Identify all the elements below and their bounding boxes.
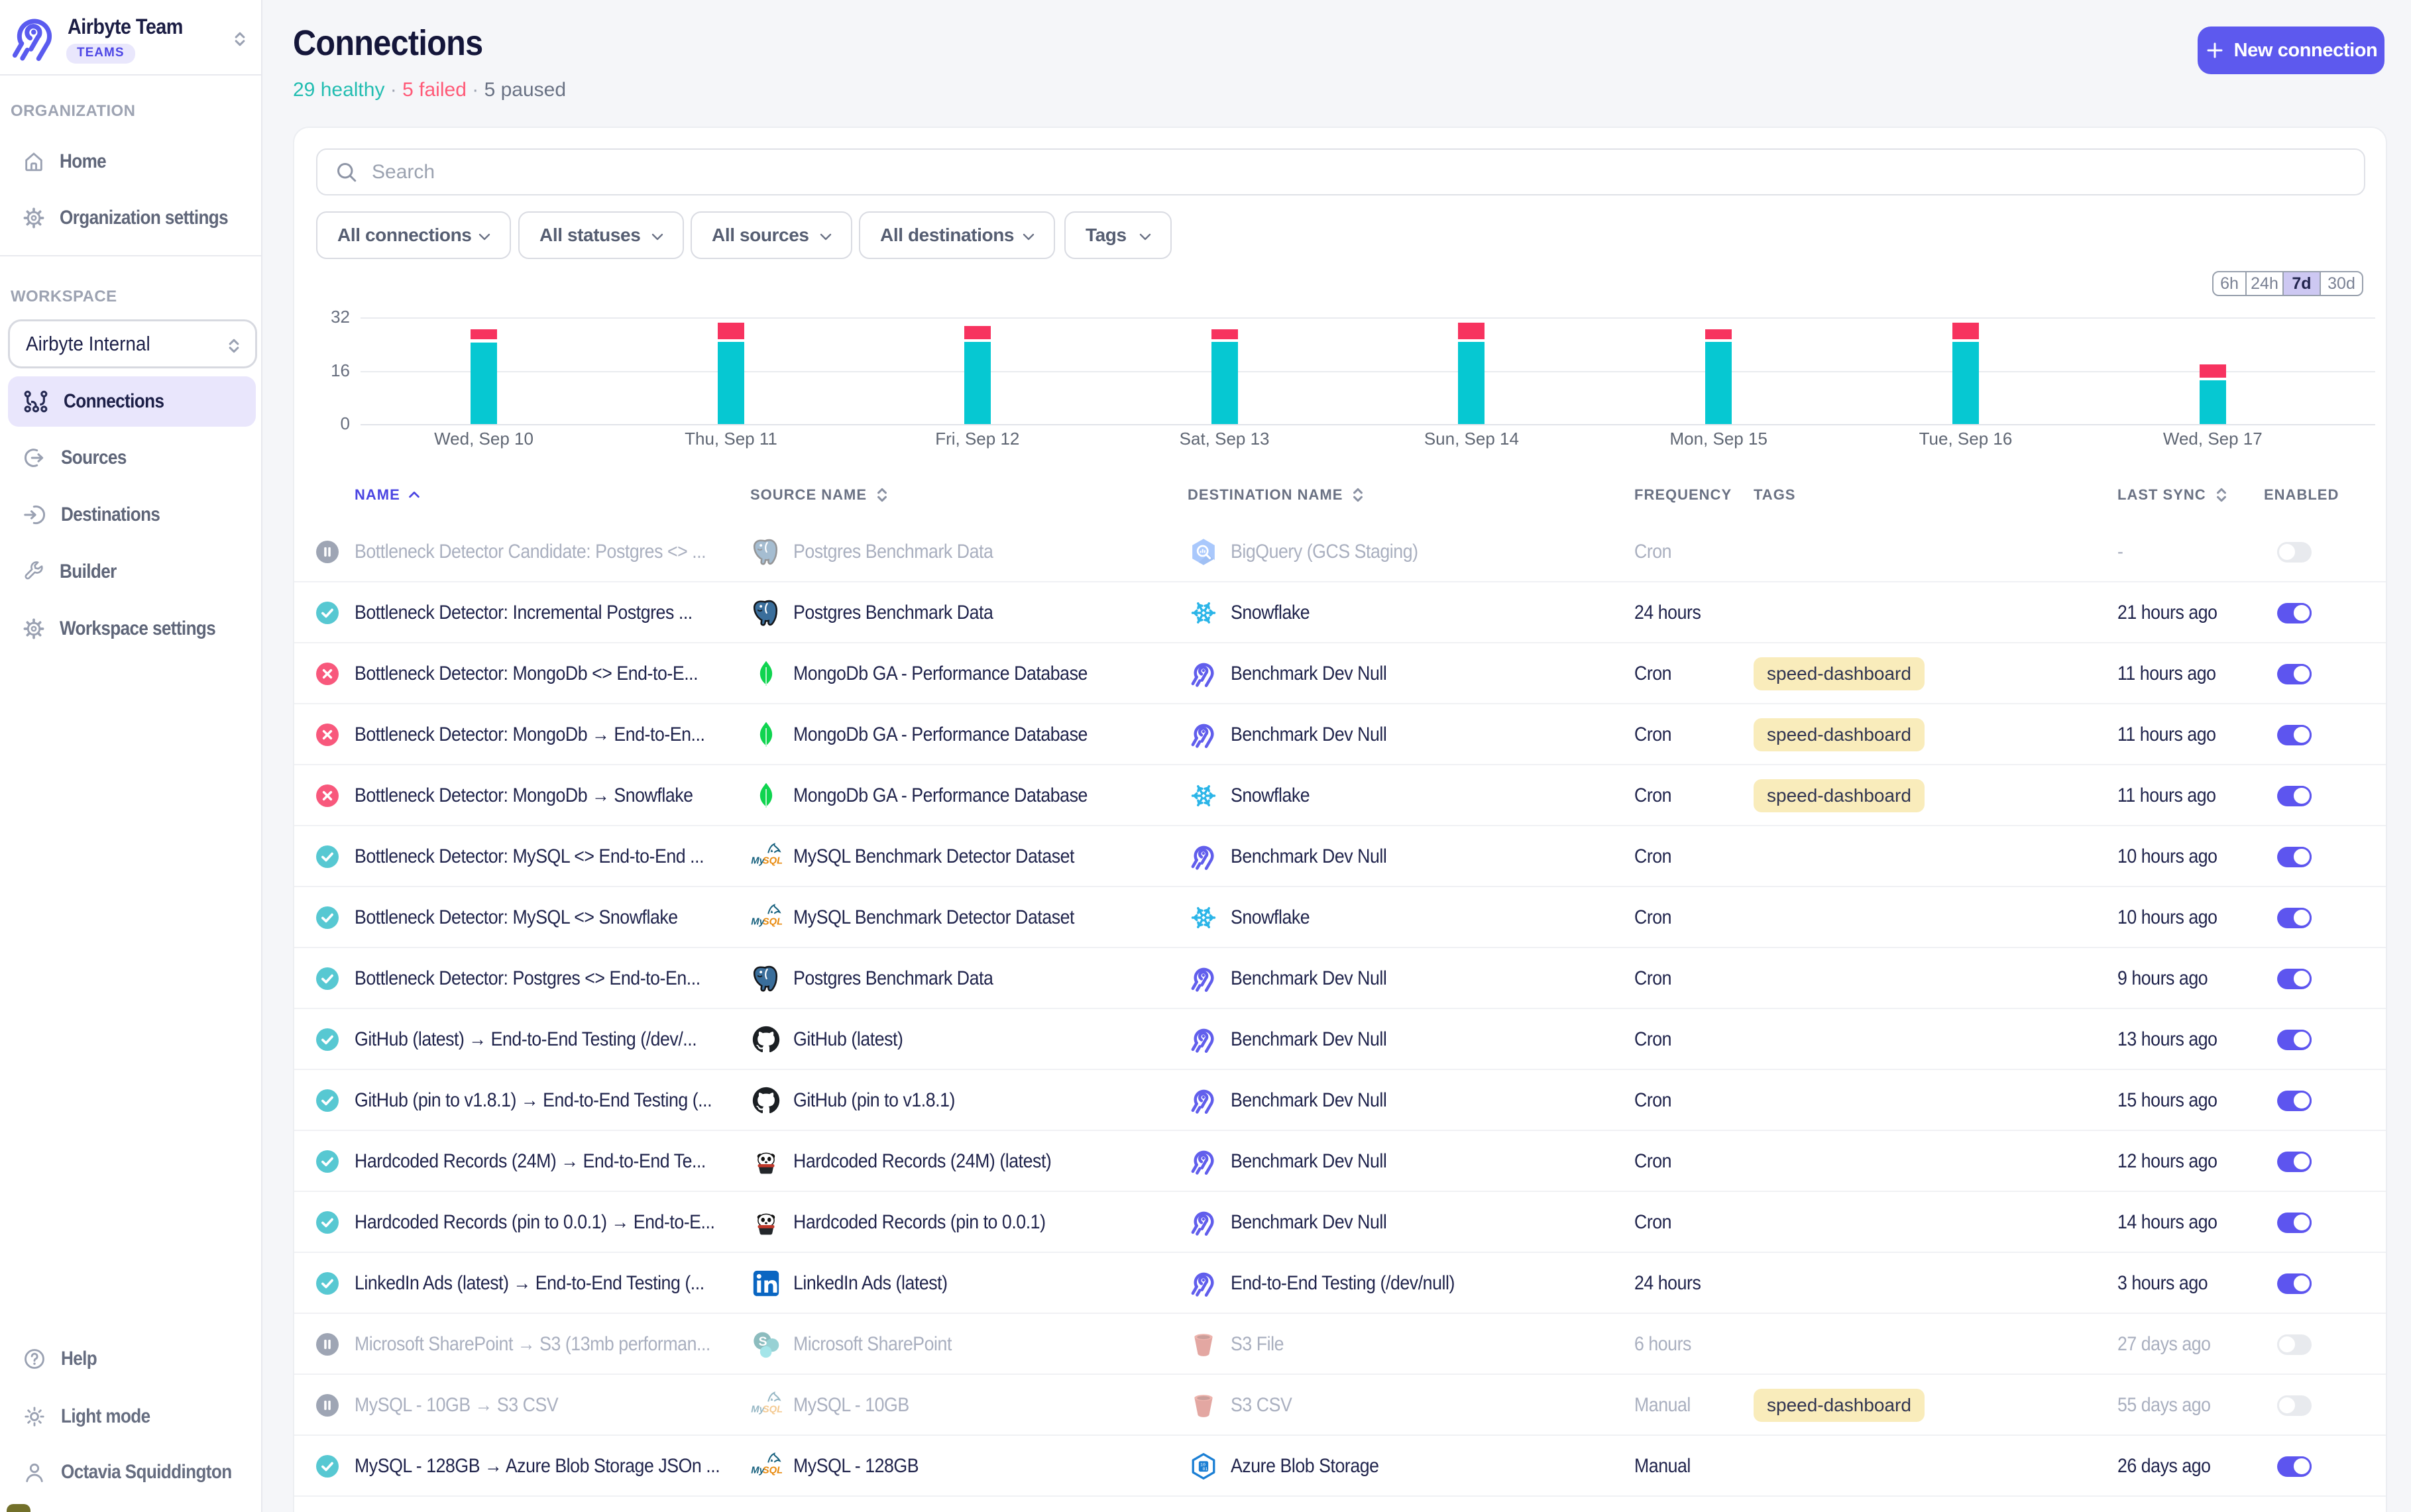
svg-text:SQL.: SQL. bbox=[763, 855, 782, 866]
svg-text:S: S bbox=[759, 1335, 767, 1349]
svg-text:01: 01 bbox=[1203, 1467, 1208, 1472]
svg-text:SQL.: SQL. bbox=[763, 1404, 782, 1415]
svg-text:SQL.: SQL. bbox=[763, 916, 782, 927]
svg-text:SQL.: SQL. bbox=[763, 1465, 782, 1476]
